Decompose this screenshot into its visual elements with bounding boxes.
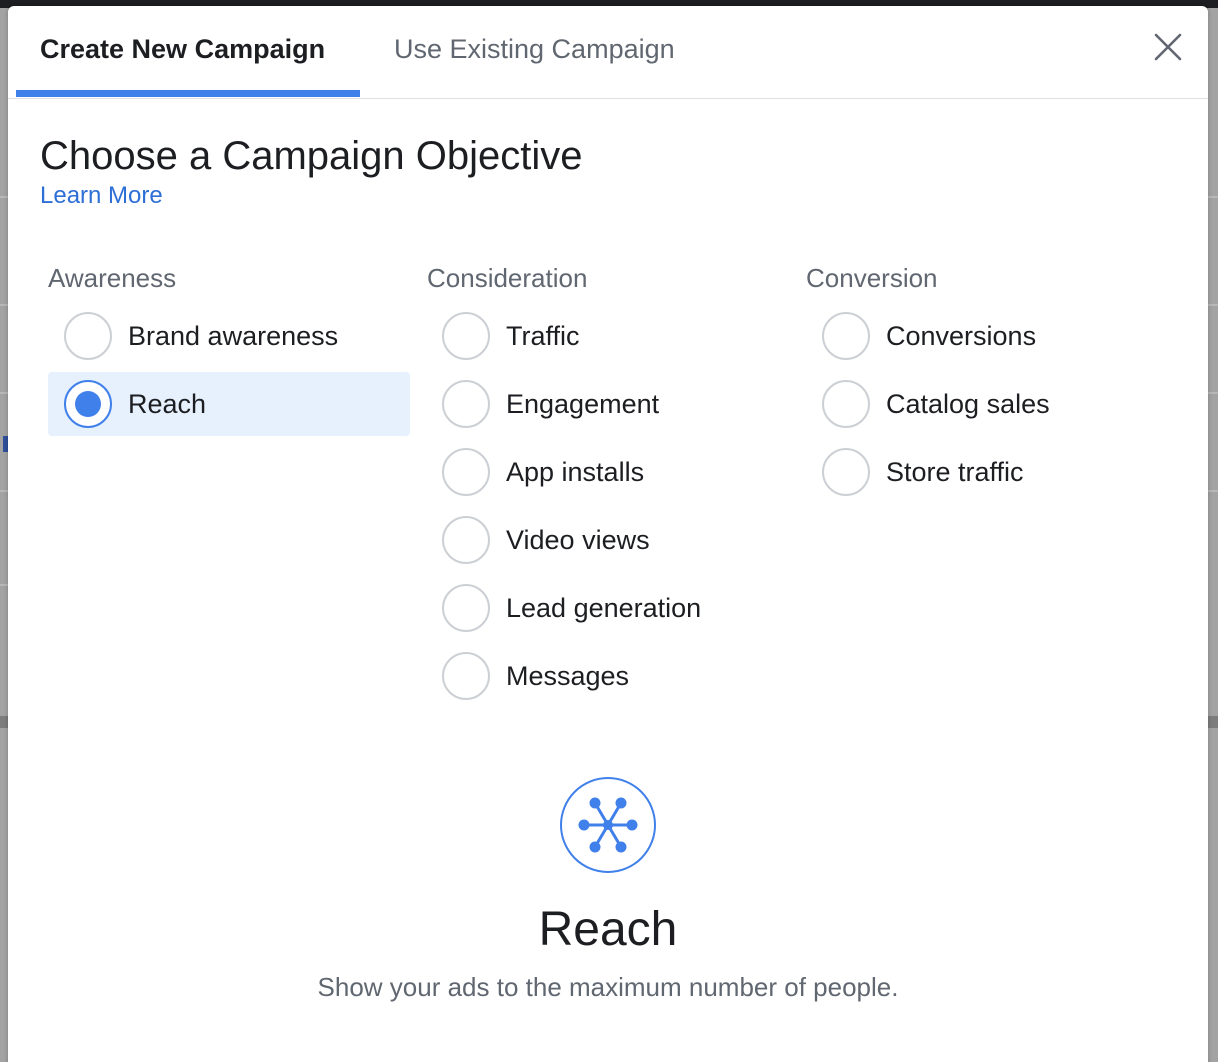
tab-bar: Create New Campaign Use Existing Campaig… bbox=[8, 6, 1208, 99]
objective-detail-title: Reach bbox=[538, 903, 678, 956]
radio-button[interactable] bbox=[822, 312, 870, 360]
radio-button[interactable] bbox=[822, 380, 870, 428]
radio-selected-dot bbox=[75, 391, 101, 417]
radio-button[interactable] bbox=[822, 448, 870, 496]
objective-option-reach[interactable]: Reach bbox=[48, 372, 410, 436]
objective-option-lead-generation[interactable]: Lead generation bbox=[426, 576, 788, 640]
background-divider bbox=[0, 716, 8, 728]
background-divider bbox=[1208, 196, 1218, 198]
column-title-awareness: Awareness bbox=[48, 263, 177, 293]
background-divider bbox=[0, 392, 8, 394]
option-label: Store traffic bbox=[886, 457, 1024, 487]
option-label: Conversions bbox=[886, 321, 1037, 351]
background-divider bbox=[1208, 490, 1218, 492]
close-icon[interactable] bbox=[1154, 33, 1182, 61]
learn-more-link[interactable]: Learn More bbox=[40, 182, 163, 210]
radio-button[interactable] bbox=[442, 380, 490, 428]
objective-option-app-installs[interactable]: App installs bbox=[426, 440, 788, 504]
radio-button[interactable] bbox=[442, 516, 490, 564]
radio-button[interactable] bbox=[442, 652, 490, 700]
objective-option-catalog-sales[interactable]: Catalog sales bbox=[806, 372, 1168, 436]
option-label: Reach bbox=[128, 389, 207, 419]
background-divider bbox=[0, 584, 8, 586]
radio-button[interactable] bbox=[442, 584, 490, 632]
option-label: Lead generation bbox=[506, 593, 702, 623]
background-divider bbox=[1208, 716, 1218, 728]
background-divider bbox=[0, 196, 8, 198]
objective-option-engagement[interactable]: Engagement bbox=[426, 372, 788, 436]
option-label: Traffic bbox=[506, 321, 580, 351]
background-divider bbox=[0, 304, 8, 306]
objective-option-traffic[interactable]: Traffic bbox=[426, 304, 788, 368]
option-label: Video views bbox=[506, 525, 650, 555]
tab-create-new-campaign[interactable]: Create New Campaign bbox=[40, 6, 325, 99]
option-label: Catalog sales bbox=[886, 389, 1050, 419]
page-title: Choose a Campaign Objective bbox=[40, 134, 583, 178]
objective-option-messages[interactable]: Messages bbox=[426, 644, 788, 708]
background-left-edge bbox=[0, 8, 8, 1062]
option-label: Messages bbox=[506, 661, 630, 691]
objective-option-store-traffic[interactable]: Store traffic bbox=[806, 440, 1168, 504]
background-right-edge bbox=[1208, 8, 1218, 1062]
column-title-consideration: Consideration bbox=[427, 263, 588, 293]
active-tab-indicator bbox=[16, 90, 360, 97]
objective-option-brand-awareness[interactable]: Brand awareness bbox=[48, 304, 410, 368]
option-label: Engagement bbox=[506, 389, 660, 419]
column-title-conversion: Conversion bbox=[806, 263, 938, 293]
option-label: App installs bbox=[506, 457, 645, 487]
objective-option-conversions[interactable]: Conversions bbox=[806, 304, 1168, 368]
objective-detail-description: Show your ads to the maximum number of p… bbox=[317, 972, 899, 1002]
radio-button[interactable] bbox=[64, 312, 112, 360]
campaign-modal: Create New Campaign Use Existing Campaig… bbox=[8, 6, 1208, 1062]
objective-option-video-views[interactable]: Video views bbox=[426, 508, 788, 572]
tab-use-existing-campaign[interactable]: Use Existing Campaign bbox=[394, 6, 675, 99]
radio-button[interactable] bbox=[442, 312, 490, 360]
background-divider bbox=[0, 490, 8, 492]
background-divider bbox=[1208, 392, 1218, 394]
background-divider bbox=[1208, 304, 1218, 306]
page: Create New Campaign Use Existing Campaig… bbox=[0, 0, 1218, 1062]
radio-button[interactable] bbox=[442, 448, 490, 496]
reach-icon bbox=[559, 776, 657, 874]
radio-button-checked[interactable] bbox=[64, 380, 112, 428]
option-label: Brand awareness bbox=[128, 321, 339, 351]
